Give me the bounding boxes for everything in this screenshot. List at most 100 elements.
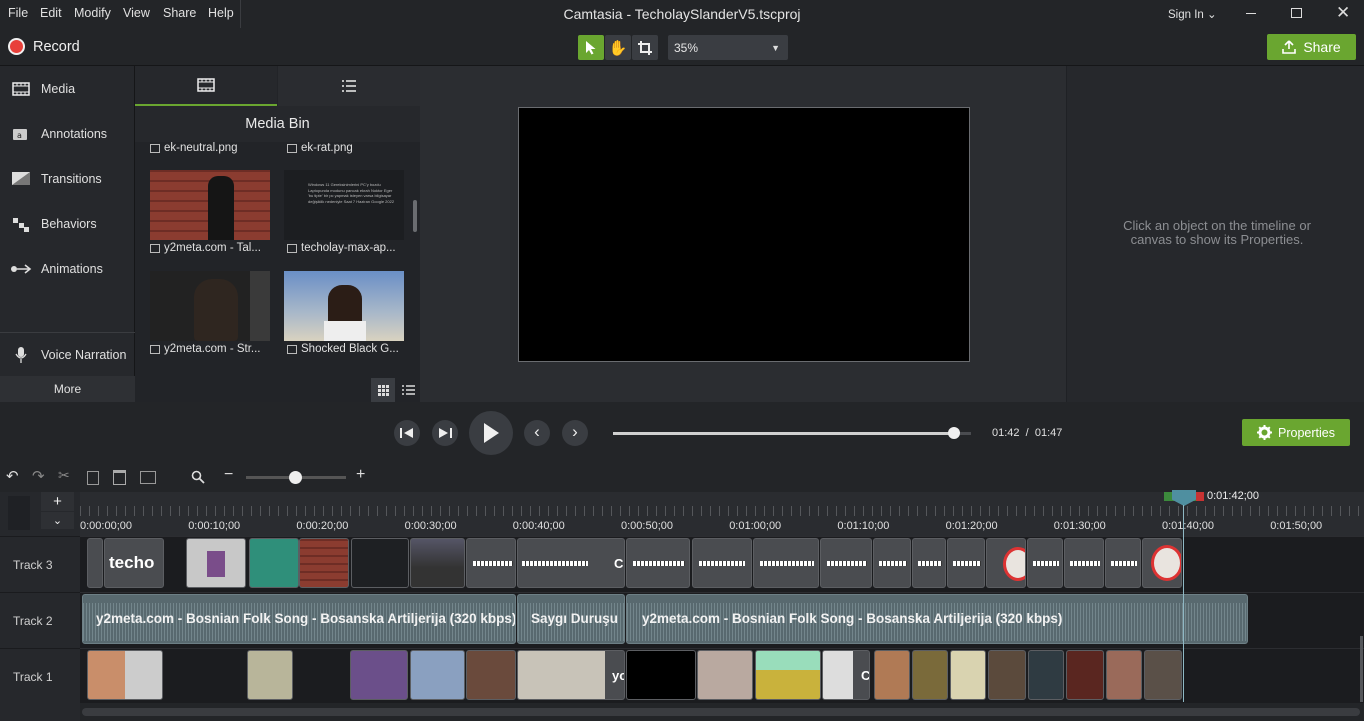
grid-view-button[interactable] (371, 378, 395, 402)
media-item-caption[interactable]: y2meta.com - Str... (150, 343, 268, 355)
timeline-clip[interactable] (247, 650, 293, 700)
track-label-3[interactable]: Track 3 (0, 536, 80, 592)
timeline-clip[interactable] (1106, 650, 1142, 700)
media-bin-scrollbar[interactable] (413, 200, 417, 232)
scissors-icon[interactable]: ✂ (58, 467, 70, 484)
tab-library[interactable] (278, 66, 420, 106)
timeline-clip[interactable] (988, 650, 1026, 700)
tab-media-bin[interactable] (135, 66, 277, 106)
playback-scrubber[interactable] (948, 427, 961, 439)
timeline-clip[interactable] (1064, 538, 1104, 588)
timeline-clip[interactable] (755, 650, 821, 700)
paste-icon[interactable] (113, 470, 126, 485)
next-marker-button[interactable]: › (562, 420, 588, 446)
timeline-clip[interactable] (1105, 538, 1141, 588)
timeline-clip[interactable] (466, 650, 516, 700)
timeline-clip[interactable] (626, 538, 690, 588)
zoom-in-button[interactable]: + (356, 466, 365, 484)
timeline-clip[interactable] (912, 538, 946, 588)
media-thumbnail[interactable] (284, 271, 404, 341)
play-button[interactable] (469, 411, 513, 455)
timeline-clip[interactable] (986, 538, 1026, 588)
track-label-2[interactable]: Track 2 (0, 592, 80, 648)
menu-edit[interactable]: Edit (40, 6, 62, 20)
sidebar-item-media[interactable]: Media (0, 66, 135, 111)
media-item-caption[interactable]: ek-neutral.png (150, 142, 268, 154)
minimize-icon[interactable] (1246, 13, 1256, 14)
sign-in-link[interactable]: Sign In ⌄ (1168, 7, 1217, 21)
menu-help[interactable]: Help (208, 6, 234, 20)
menu-file[interactable]: File (8, 6, 28, 20)
properties-button[interactable]: Properties (1242, 419, 1350, 446)
step-forward-button[interactable] (432, 420, 458, 446)
undo-icon[interactable]: ↶ (6, 467, 19, 485)
track-height-control[interactable] (8, 496, 30, 530)
pan-tool-button[interactable]: ✋ (605, 35, 631, 60)
timeline-clip[interactable] (874, 650, 910, 700)
add-track-button[interactable]: + (41, 492, 74, 511)
timeline-clip[interactable] (1066, 650, 1104, 700)
close-icon[interactable]: ✕ (1336, 3, 1350, 23)
record-button[interactable]: Record (8, 38, 80, 55)
media-item-caption[interactable]: y2meta.com - Tal... (150, 242, 268, 254)
sidebar-item-behaviors[interactable]: Behaviors (0, 201, 135, 246)
track-label-1[interactable]: Track 1 (0, 648, 80, 704)
audio-clip[interactable]: y2meta.com - Bosnian Folk Song - Bosansk… (82, 594, 516, 644)
timeline-clip[interactable] (947, 538, 985, 588)
timeline-clip[interactable] (410, 538, 465, 588)
zoom-out-button[interactable]: − (224, 466, 233, 484)
timeline-clip[interactable] (1027, 538, 1063, 588)
timeline-clip[interactable] (820, 538, 872, 588)
step-back-button[interactable] (394, 420, 420, 446)
media-thumbnail[interactable]: Windows 11 Gereksinimlerini PC'y bozdu L… (284, 170, 404, 240)
timeline-clip[interactable] (466, 538, 516, 588)
timeline-clip[interactable] (692, 538, 752, 588)
timeline-clip[interactable] (186, 538, 246, 588)
select-tool-button[interactable] (578, 35, 604, 60)
audio-clip[interactable]: Saygı Duruşu (517, 594, 625, 644)
timeline-clip[interactable] (351, 538, 409, 588)
timeline-clip[interactable] (1142, 538, 1182, 588)
media-item-caption[interactable]: Shocked Black G... (287, 343, 405, 355)
timeline-horizontal-scrollbar[interactable] (82, 708, 1360, 716)
sidebar-item-transitions[interactable]: Transitions (0, 156, 135, 201)
timeline-clip[interactable]: C (517, 538, 625, 588)
crop-tool-button[interactable] (632, 35, 658, 60)
media-thumbnail[interactable] (150, 170, 270, 240)
redo-icon[interactable]: ↷ (32, 467, 45, 485)
collapse-tracks-button[interactable]: ⌄ (41, 512, 74, 529)
menu-modify[interactable]: Modify (74, 6, 111, 20)
timeline-zoom-knob[interactable] (289, 471, 302, 484)
out-point-handle[interactable] (1196, 492, 1204, 501)
menu-share[interactable]: Share (163, 6, 196, 20)
zoom-select[interactable]: 35% ▼ (668, 35, 788, 60)
media-item-caption[interactable]: techolay-max-ap... (287, 242, 405, 254)
timeline-clip[interactable] (626, 650, 696, 700)
video-canvas[interactable] (518, 107, 970, 362)
timeline-clip[interactable]: C (822, 650, 870, 700)
restore-icon[interactable] (1291, 8, 1302, 18)
timeline-clip[interactable] (873, 538, 911, 588)
timeline-clip[interactable] (350, 650, 408, 700)
copy-icon[interactable] (87, 471, 99, 485)
timeline-vertical-scrollbar[interactable] (1360, 636, 1363, 702)
timeline-clip[interactable] (87, 650, 163, 700)
previous-marker-button[interactable]: ‹ (524, 420, 550, 446)
sidebar-item-animations[interactable]: Animations (0, 246, 135, 291)
timeline-clip[interactable] (249, 538, 299, 588)
share-button[interactable]: Share (1267, 34, 1356, 60)
timeline-clip[interactable] (912, 650, 948, 700)
list-view-button[interactable] (396, 378, 420, 402)
sidebar-item-voice-narration[interactable]: Voice Narration (0, 332, 135, 377)
playback-progress-track[interactable] (613, 432, 971, 435)
audio-clip[interactable]: y2meta.com - Bosnian Folk Song - Bosansk… (626, 594, 1248, 644)
timeline-clip[interactable] (1144, 650, 1182, 700)
timeline-clip[interactable] (1028, 650, 1064, 700)
media-item-caption[interactable]: ek-rat.png (287, 142, 405, 154)
timeline-clip[interactable] (753, 538, 819, 588)
timeline-clip[interactable] (950, 650, 986, 700)
media-thumbnail[interactable] (150, 271, 270, 341)
timeline-clip[interactable] (299, 538, 349, 588)
timeline-clip[interactable] (410, 650, 465, 700)
timeline-clip[interactable]: yo (517, 650, 625, 700)
